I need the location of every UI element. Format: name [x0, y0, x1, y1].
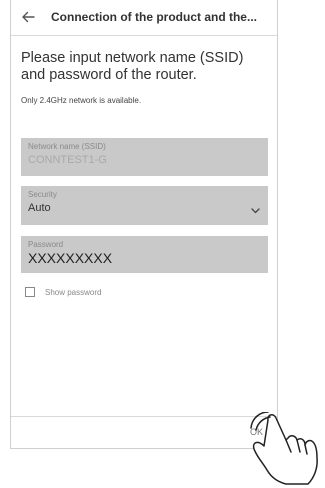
app-screen: Connection of the product and the... Ple… [10, 0, 278, 449]
password-value: XXXXXXXXX [28, 250, 113, 266]
ssid-label: Network name (SSID) [28, 142, 106, 151]
security-value: Auto [28, 202, 51, 214]
network-note: Only 2.4GHz network is available. [21, 96, 142, 105]
ssid-value: CONNTEST1-G [28, 154, 107, 166]
ssid-field[interactable]: Network name (SSID) CONNTEST1-G [21, 138, 268, 176]
header-bar: Connection of the product and the... [11, 0, 277, 36]
footer-bar: OK [11, 416, 277, 448]
chevron-down-icon [251, 208, 260, 214]
password-label: Password [28, 240, 64, 249]
password-field[interactable]: Password XXXXXXXXX [21, 236, 268, 273]
tapping-hand-icon [250, 412, 318, 485]
instruction-text: Please input network name (SSID) and pas… [21, 50, 244, 83]
show-password-label: Show password [45, 287, 102, 297]
show-password-toggle[interactable]: Show password [25, 287, 101, 297]
back-button[interactable] [17, 6, 39, 28]
security-label: Security [28, 190, 57, 199]
back-arrow-icon [22, 11, 35, 23]
security-select[interactable]: Security Auto [21, 186, 268, 225]
page-title: Connection of the product and the... [51, 10, 257, 24]
show-password-checkbox[interactable] [25, 287, 35, 297]
